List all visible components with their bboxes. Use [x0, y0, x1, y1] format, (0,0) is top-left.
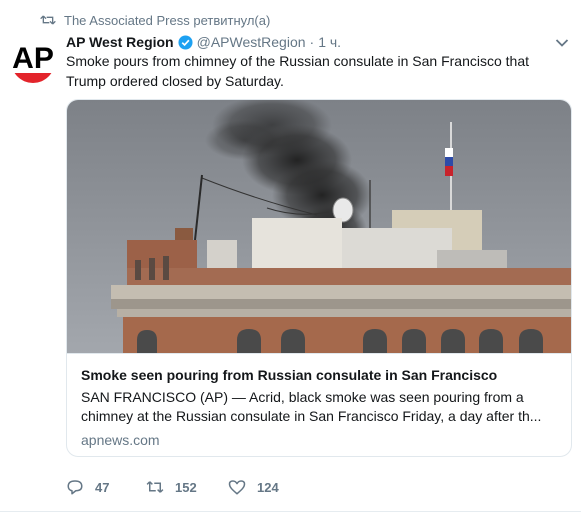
heart-icon: [228, 480, 246, 495]
retweet-context[interactable]: The Associated Press ретвитнул(а): [40, 11, 270, 29]
card-domain: apnews.com: [81, 432, 160, 448]
retweet-icon: [146, 481, 164, 493]
link-card[interactable]: Smoke seen pouring from Russian consulat…: [66, 99, 572, 457]
tweet-timestamp[interactable]: 1 ч.: [318, 34, 341, 50]
card-title[interactable]: Smoke seen pouring from Russian consulat…: [81, 366, 557, 384]
verified-badge-icon: [178, 34, 193, 50]
chevron-down-icon[interactable]: [555, 38, 569, 48]
author-handle[interactable]: @APWestRegion: [197, 34, 306, 50]
author-name[interactable]: AP West Region: [66, 34, 174, 50]
reply-count: 47: [95, 479, 110, 495]
reply-icon: [67, 480, 83, 495]
tweet-text: Smoke pours from chimney of the Russian …: [66, 53, 529, 89]
avatar-logo-text: AP: [12, 42, 54, 75]
like-button[interactable]: 124: [228, 478, 308, 496]
card-body[interactable]: Smoke seen pouring from Russian consulat…: [67, 353, 571, 456]
tweet-actions: 47 152 124: [66, 476, 308, 498]
tweet[interactable]: The Associated Press ретвитнул(а) AP AP …: [0, 0, 581, 512]
retweet-small-icon: [40, 15, 56, 25]
retweet-count: 152: [175, 479, 197, 495]
avatar[interactable]: AP: [9, 37, 57, 85]
header-separator: ·: [309, 34, 315, 50]
tweet-header: AP West Region @APWestRegion · 1 ч.: [66, 33, 341, 51]
retweet-button[interactable]: 152: [146, 478, 228, 496]
like-count: 124: [257, 479, 279, 495]
reply-button[interactable]: 47: [66, 478, 146, 496]
card-description: SAN FRANCISCO (AP) — Acrid, black smoke …: [81, 389, 542, 424]
card-image[interactable]: [67, 100, 571, 353]
retweet-context-text: The Associated Press ретвитнул(а): [64, 12, 271, 28]
